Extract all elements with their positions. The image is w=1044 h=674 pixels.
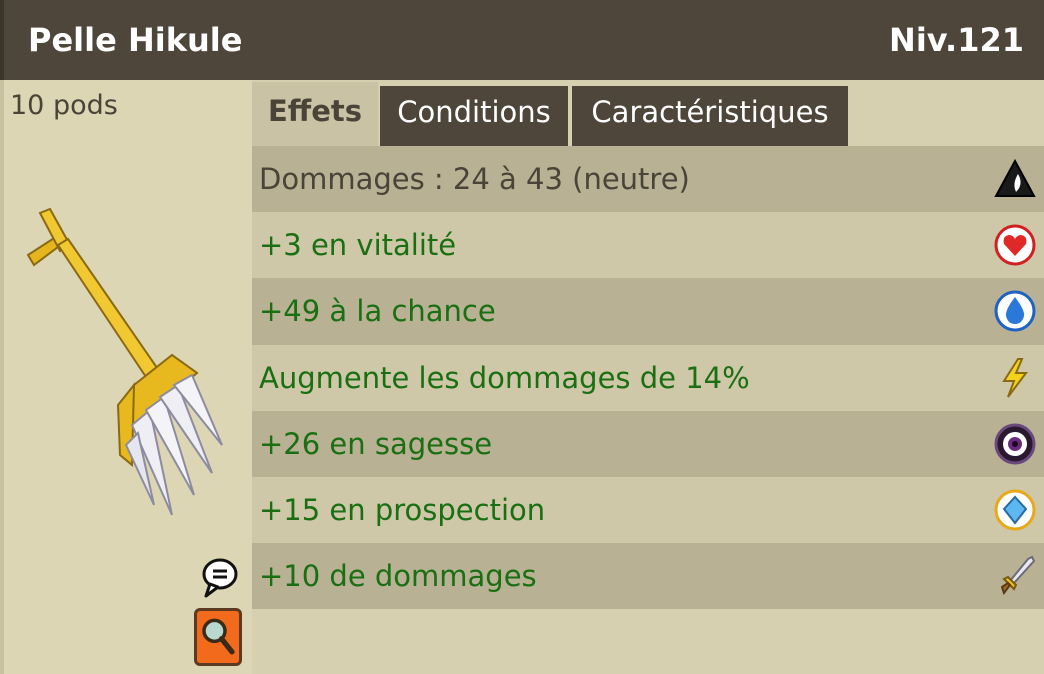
item-name: Pelle Hikule bbox=[28, 21, 243, 59]
item-tabs: Effets Conditions Caractéristiques bbox=[252, 82, 1044, 146]
effect-row: +10 de dommages bbox=[252, 543, 1044, 610]
effect-text: +26 en sagesse bbox=[259, 426, 493, 461]
effects-list: Dommages : 24 à 43 (neutre) +3 en vitali… bbox=[252, 146, 1044, 610]
prospecting-gem-icon bbox=[994, 489, 1036, 531]
tab-conditions[interactable]: Conditions bbox=[380, 86, 568, 146]
effect-row: +15 en prospection bbox=[252, 476, 1044, 544]
effect-text: Dommages : 24 à 43 (neutre) bbox=[259, 162, 690, 196]
wisdom-eye-icon bbox=[994, 423, 1036, 465]
item-level: Niv.121 bbox=[889, 21, 1024, 59]
inspect-button[interactable] bbox=[194, 608, 242, 666]
effect-text: Augmente les dommages de 14% bbox=[259, 360, 750, 395]
neutral-element-icon bbox=[994, 158, 1036, 197]
chat-link-icon[interactable] bbox=[200, 556, 240, 600]
item-title-bar: Pelle Hikule Niv.121 bbox=[0, 0, 1044, 80]
water-drop-icon bbox=[994, 290, 1036, 332]
effect-row: +26 en sagesse bbox=[252, 410, 1044, 477]
effect-row: Dommages : 24 à 43 (neutre) bbox=[252, 146, 1044, 213]
effect-text: +49 à la chance bbox=[259, 294, 496, 329]
effect-row: +3 en vitalité bbox=[252, 212, 1044, 279]
heart-icon bbox=[994, 224, 1036, 266]
sword-icon bbox=[1000, 555, 1036, 596]
effect-row: Augmente les dommages de 14% bbox=[252, 344, 1044, 411]
tab-characteristics[interactable]: Caractéristiques bbox=[572, 86, 848, 146]
tab-effects[interactable]: Effets bbox=[252, 82, 378, 146]
effect-row: +49 à la chance bbox=[252, 278, 1044, 345]
magnifier-icon bbox=[202, 618, 235, 655]
item-weight: 10 pods bbox=[10, 90, 118, 121]
lightning-icon bbox=[1002, 357, 1028, 398]
effect-text: +3 en vitalité bbox=[259, 228, 457, 263]
effect-text: +10 de dommages bbox=[259, 559, 537, 594]
effect-text: +15 en prospection bbox=[259, 492, 546, 527]
shovel-item-image bbox=[26, 207, 223, 516]
